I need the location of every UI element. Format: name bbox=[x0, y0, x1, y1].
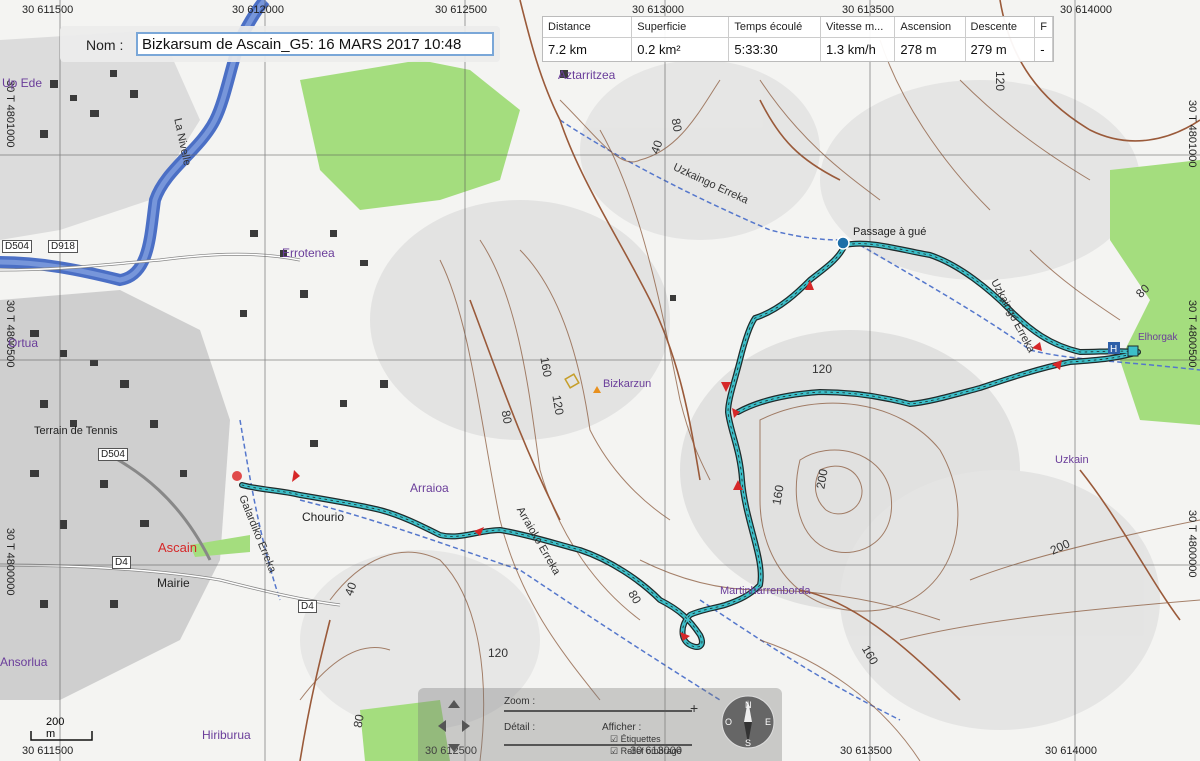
end-marker bbox=[1127, 345, 1139, 357]
track-stats-table: Distance Superficie Temps écoulé Vitesse… bbox=[543, 17, 1053, 61]
grid-left-y: 30 T 4800000 bbox=[4, 528, 16, 596]
svg-text:O: O bbox=[725, 717, 732, 727]
track-name-input[interactable] bbox=[136, 32, 494, 56]
labels-option-text: Étiquettes bbox=[620, 734, 661, 744]
flag-marker bbox=[292, 470, 300, 482]
track-name-bar: Nom : bbox=[60, 26, 500, 62]
place-bizkarzun: Bizkarzun bbox=[603, 378, 652, 390]
grid-top-x: 30 613500 bbox=[842, 4, 894, 16]
stats-value-descent: 279 m bbox=[965, 37, 1036, 61]
grid-right-y: 30 T 4801000 bbox=[1186, 100, 1198, 168]
contour-label: 120 bbox=[993, 70, 1008, 92]
detail-label: Détail : bbox=[504, 722, 536, 733]
road-d4-a: D4 bbox=[112, 556, 131, 569]
stats-header[interactable]: Temps écoulé bbox=[728, 17, 822, 38]
place-errotenea: Errotenea bbox=[282, 246, 335, 260]
place-up-ede: Up Ede bbox=[2, 76, 43, 90]
place-aztarritzea: Aztarritzea bbox=[558, 68, 616, 82]
pan-control[interactable] bbox=[434, 696, 474, 756]
place-mairie: Mairie bbox=[157, 576, 190, 590]
place-martinharrenborda: Martinharrenborda bbox=[720, 585, 811, 597]
grid-top-x: 30 614000 bbox=[1060, 4, 1112, 16]
place-elhorgak: Elhorgak bbox=[1138, 332, 1178, 343]
labels-option[interactable]: ☑ Étiquettes bbox=[610, 734, 661, 745]
start-marker bbox=[836, 236, 850, 250]
map-controls-panel: Zoom : + Détail : Afficher : ☑ Étiquette… bbox=[418, 688, 782, 761]
stats-value-distance: 7.2 km bbox=[543, 37, 633, 61]
stats-header[interactable]: Vitesse m... bbox=[820, 17, 896, 38]
contour-label: 80 bbox=[498, 409, 515, 425]
contour-label: 80 bbox=[668, 117, 685, 133]
svg-text:H: H bbox=[1110, 344, 1117, 355]
name-label: Nom : bbox=[86, 37, 124, 53]
grid-top-x: 30 611500 bbox=[22, 4, 74, 16]
grid-left-y: 30 T 4801000 bbox=[4, 80, 16, 148]
compass-icon[interactable]: N O E S bbox=[720, 694, 776, 750]
grid-bottom-x: 30 613500 bbox=[840, 745, 892, 757]
grid-right-y: 30 T 4800500 bbox=[1186, 300, 1198, 368]
stats-header[interactable]: F bbox=[1034, 17, 1053, 38]
grid-top-x: 30 613000 bbox=[632, 4, 684, 16]
topographic-map[interactable]: H bbox=[0, 0, 1200, 761]
stats-header[interactable]: Superficie bbox=[631, 17, 730, 38]
poi-p bbox=[232, 471, 242, 481]
svg-text:E: E bbox=[765, 717, 771, 727]
place-arraioa: Arraioa bbox=[410, 481, 449, 495]
grid-right-y: 30 T 4800000 bbox=[1186, 510, 1198, 578]
stats-value-extra: - bbox=[1034, 37, 1053, 61]
grid-bottom-x: 30 614000 bbox=[1045, 745, 1097, 757]
road-d918: D918 bbox=[48, 240, 78, 253]
grid-left-y: 30 T 4800500 bbox=[4, 300, 16, 368]
stats-header[interactable]: Distance bbox=[543, 17, 633, 38]
grid-bottom-x: 30 611500 bbox=[22, 745, 74, 757]
afficher-label: Afficher : bbox=[602, 722, 642, 733]
grid-top-x: 30 612500 bbox=[435, 4, 487, 16]
stats-value-area: 0.2 km² bbox=[631, 37, 730, 61]
zoom-label: Zoom : bbox=[504, 696, 536, 707]
place-ansorlua: Ansorlua bbox=[0, 655, 48, 669]
relief-option[interactable]: ☑ Relief ombragé bbox=[610, 746, 682, 757]
svg-text:N: N bbox=[745, 700, 752, 710]
svg-text:S: S bbox=[745, 738, 751, 748]
track-stats-panel: Distance Superficie Temps écoulé Vitesse… bbox=[542, 16, 1054, 62]
place-uzkain: Uzkain bbox=[1055, 454, 1089, 466]
contour-label: 120 bbox=[488, 646, 509, 660]
zoom-slider[interactable] bbox=[504, 710, 692, 712]
stats-value-time: 5:33:30 bbox=[728, 37, 822, 61]
grid-top-x: 30 612000 bbox=[232, 4, 284, 16]
contour-label: 120 bbox=[812, 362, 833, 376]
stats-value-ascent: 278 m bbox=[894, 37, 966, 61]
stats-value-speed: 1.3 km/h bbox=[820, 37, 896, 61]
road-d504-a: D504 bbox=[2, 240, 32, 253]
place-terrain: Terrain de Tennis bbox=[34, 425, 118, 437]
place-hiriburua: Hiriburua bbox=[202, 728, 251, 742]
road-d4-b: D4 bbox=[298, 600, 317, 613]
place-passage: Passage à gué bbox=[853, 226, 927, 238]
contour-label: 80 bbox=[350, 713, 367, 729]
stats-header[interactable]: Descente bbox=[965, 17, 1036, 38]
place-chourio: Chourio bbox=[302, 510, 345, 524]
place-ascain: Ascain bbox=[158, 540, 198, 555]
stats-header[interactable]: Ascension bbox=[894, 17, 966, 38]
place-ortua: Ortua bbox=[8, 336, 39, 350]
zoom-plus-button[interactable]: + bbox=[690, 700, 698, 716]
relief-option-text: Relief ombragé bbox=[620, 746, 682, 756]
urban-area bbox=[0, 30, 230, 700]
road-d504-b: D504 bbox=[98, 448, 128, 461]
